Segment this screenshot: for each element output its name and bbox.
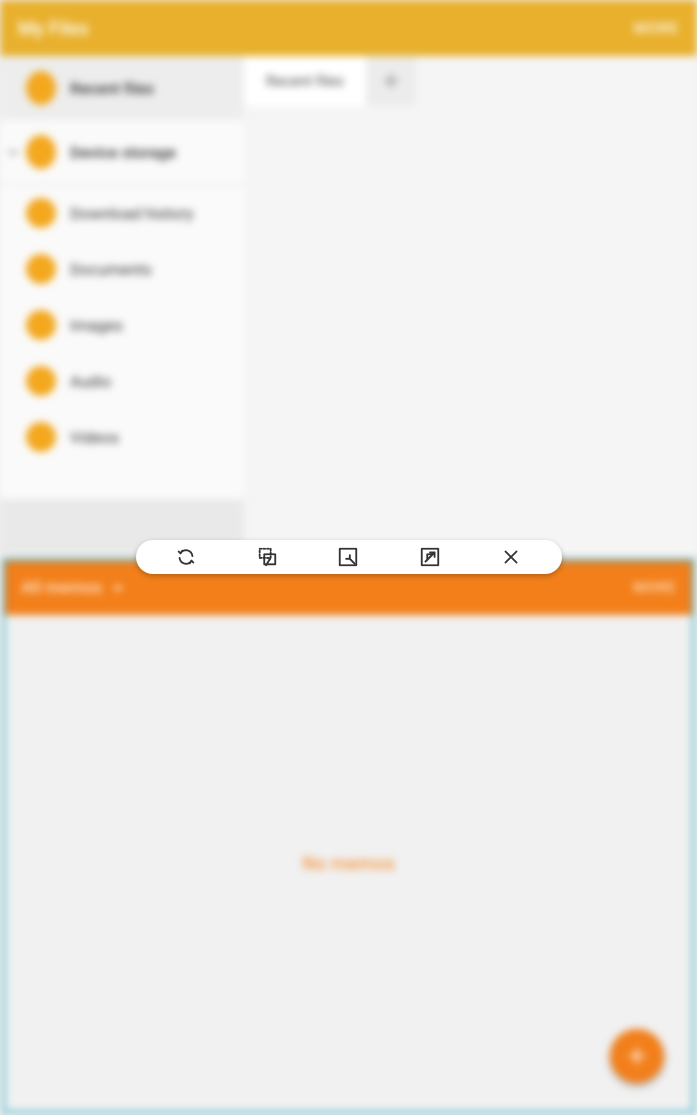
files-main-area: Recent files — [244, 56, 697, 556]
close-window-button[interactable] — [490, 540, 532, 574]
shrink-icon — [337, 546, 359, 568]
files-more-button[interactable]: MORE — [634, 19, 679, 37]
multiwindow-toolbar — [136, 540, 562, 574]
clock-icon — [26, 71, 56, 105]
swap-drag-button[interactable] — [246, 540, 288, 574]
download-icon — [26, 198, 56, 228]
memo-more-button[interactable]: MORE — [633, 580, 676, 596]
files-tab-row: Recent files — [244, 56, 697, 106]
plus-icon — [626, 1045, 648, 1067]
tab-recent-files[interactable]: Recent files — [244, 56, 366, 106]
sidebar-item-label: Recent files — [70, 79, 154, 98]
memo-dropdown-label: All memos — [21, 578, 102, 598]
tab-label: Recent files — [266, 72, 344, 90]
sidebar-item-device-storage[interactable]: Device storage — [0, 120, 244, 184]
sidebar-item-label: Download history — [70, 204, 194, 223]
sidebar-item-documents[interactable]: Documents — [0, 241, 244, 297]
sidebar-item-recent-files[interactable]: Recent files — [0, 56, 244, 120]
video-icon — [26, 422, 56, 452]
files-app-body: Recent files Device storage Download his… — [0, 56, 697, 556]
sidebar-item-label: Documents — [70, 260, 152, 279]
sidebar-item-label: Images — [70, 316, 123, 335]
sidebar-item-label: Audio — [70, 372, 111, 391]
sidebar-item-videos[interactable]: Videos — [0, 409, 244, 465]
add-memo-fab[interactable] — [610, 1029, 664, 1083]
minimize-window-button[interactable] — [327, 540, 369, 574]
empty-state-text: No memos — [302, 852, 395, 875]
new-tab-button[interactable] — [366, 56, 416, 106]
image-icon — [26, 310, 56, 340]
sidebar-item-images[interactable]: Images — [0, 297, 244, 353]
files-app-topbar: My Files MORE — [0, 0, 697, 56]
sidebar-item-label: Device storage — [70, 143, 176, 162]
expand-icon — [419, 546, 441, 568]
sidebar-item-audio[interactable]: Audio — [0, 353, 244, 409]
files-app-title: My Files — [18, 17, 89, 40]
close-icon — [500, 546, 522, 568]
chevron-down-icon — [6, 145, 20, 159]
audio-icon — [26, 366, 56, 396]
files-sidebar: Recent files Device storage Download his… — [0, 56, 244, 556]
caret-down-icon — [113, 586, 123, 592]
document-icon — [26, 254, 56, 284]
sidebar-item-label: Videos — [70, 428, 119, 447]
drag-window-icon — [256, 546, 278, 568]
memo-body: No memos — [5, 615, 692, 1111]
sidebar-item-download-history[interactable]: Download history — [0, 185, 244, 241]
phone-icon — [26, 135, 56, 169]
memo-app-window[interactable]: All memos MORE No memos — [3, 559, 694, 1113]
plus-icon — [382, 72, 400, 90]
rotate-icon — [175, 546, 197, 568]
rotate-layout-button[interactable] — [165, 540, 207, 574]
maximize-window-button[interactable] — [409, 540, 451, 574]
memo-category-dropdown[interactable]: All memos — [21, 578, 123, 598]
